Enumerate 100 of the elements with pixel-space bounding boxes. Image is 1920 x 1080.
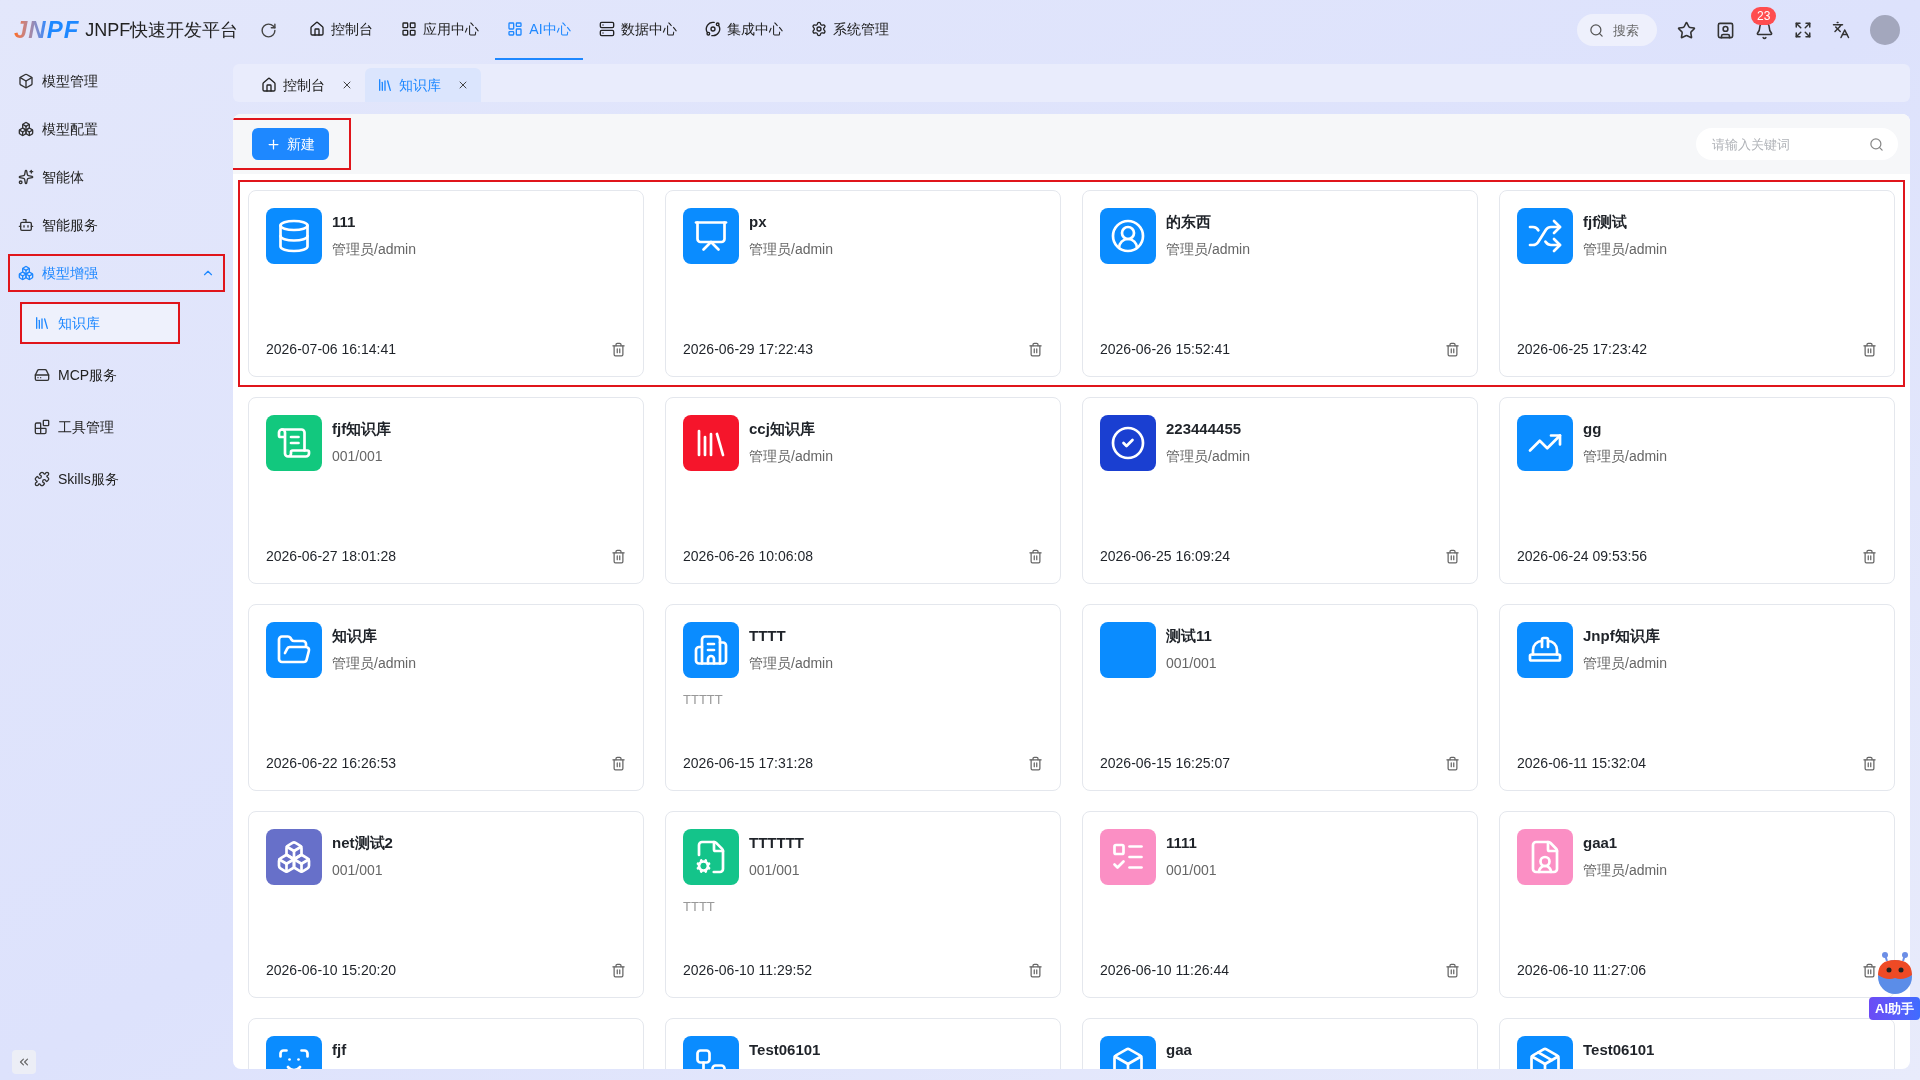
card-title: gg [1583,419,1603,439]
delete-icon[interactable] [611,963,626,978]
knowledge-card[interactable]: gg 管理员/admin 2026-06-24 09:53:56 [1499,397,1895,584]
knowledge-card[interactable]: fjf知识库 001/001 2026-06-27 18:01:28 [248,397,644,584]
cube-icon [18,121,34,137]
card-title: TTTTTT [749,833,804,853]
card-date: 2026-06-27 18:01:28 [266,547,396,566]
sidebar-item[interactable]: 模型管理 [10,64,223,98]
delete-icon[interactable] [1028,549,1043,564]
knowledge-card[interactable]: px 管理员/admin 2026-06-29 17:22:43 [665,190,1061,377]
card-date: 2026-06-10 11:26:44 [1100,961,1229,980]
card-date: 2026-06-15 16:25:07 [1100,754,1230,773]
knowledge-card[interactable]: TTTT 管理员/admin TTTTT 2026-06-15 17:31:28 [665,604,1061,791]
page-tab[interactable]: 控制台 [249,68,365,102]
card-owner: 管理员/admin [749,447,834,465]
books-icon [34,315,50,331]
delete-icon[interactable] [1028,342,1043,357]
sidebar-item[interactable]: 智能服务 [10,208,223,242]
card-date: 2026-06-10 11:29:52 [683,961,812,980]
close-icon [341,79,353,91]
knowledge-card[interactable]: 223444455 管理员/admin 2026-06-25 16:09:24 [1082,397,1478,584]
star-icon[interactable] [1677,20,1696,40]
refresh-icon[interactable] [260,21,278,39]
knowledge-card[interactable]: 测试11 001/001 2026-06-15 16:25:07 [1082,604,1478,791]
card-title: TTTT [749,626,787,646]
nav-tab[interactable]: 集成中心 [692,0,795,60]
delete-icon[interactable] [1862,549,1877,564]
robot-mascot-icon[interactable] [1876,950,1913,995]
knowledge-card[interactable]: gaa1 管理员/admin 2026-06-10 11:27:06 [1499,811,1895,998]
card-owner: 管理员/admin [749,654,834,672]
knowledge-card[interactable]: Test06101 [665,1018,1061,1069]
knowledge-card[interactable]: fjf [248,1018,644,1069]
sidebar-item[interactable]: 智能体 [10,160,223,194]
card-date: 2026-06-25 16:09:24 [1100,547,1230,566]
sidebar-item[interactable]: 模型配置 [10,112,223,146]
collapse-button[interactable] [12,1050,36,1074]
cube-icon [18,73,34,89]
card-date: 2026-06-26 10:06:08 [683,547,813,566]
delete-icon[interactable] [1862,756,1877,771]
delete-icon[interactable] [1028,963,1043,978]
knowledge-card[interactable]: 的东西 管理员/admin 2026-06-26 15:52:41 [1082,190,1478,377]
knowledge-card[interactable]: Test06101 [1499,1018,1895,1069]
card-owner: 管理员/admin [1583,240,1668,258]
card-title: gaa1 [1583,833,1619,853]
delete-icon[interactable] [1445,549,1460,564]
delete-icon[interactable] [1862,342,1877,357]
card-title: px [749,212,768,232]
assistant-label[interactable]: AI助手 [1869,996,1920,1020]
knowledge-card[interactable]: 1111 001/001 2026-06-10 11:26:44 [1082,811,1478,998]
delete-icon[interactable] [1445,342,1460,357]
sparkle-icon [18,169,34,185]
card-date: 2026-06-10 15:20:20 [266,961,396,980]
delete-icon[interactable] [611,549,626,564]
card-title: fjf [332,1040,347,1060]
knowledge-card[interactable]: gaa [1082,1018,1478,1069]
nav-tab[interactable]: 系统管理 [798,0,901,60]
card-title: Test06101 [749,1040,821,1060]
delete-icon[interactable] [611,756,626,771]
nav-tab[interactable]: 控制台 [297,0,386,60]
orbit-icon [704,21,721,37]
card-owner: 001/001 [749,861,801,879]
search-field[interactable]: 搜索 [1577,14,1657,46]
drive-icon [34,367,50,383]
puzzle-icon [34,471,50,487]
cubes-icon [18,265,34,281]
delete-icon[interactable] [611,342,626,357]
keyword-search-field[interactable]: 请输入关键词 [1696,128,1898,160]
knowledge-card[interactable]: 111 管理员/admin 2026-07-06 16:14:41 [248,190,644,377]
nav-tab[interactable]: 应用中心 [389,0,492,60]
card-owner: 001/001 [1166,861,1217,879]
knowledge-card[interactable]: fjf测试 管理员/admin 2026-06-25 17:23:42 [1499,190,1895,377]
knowledge-card[interactable]: TTTTTT 001/001 TTTT 2026-06-10 11:29:52 [665,811,1061,998]
card-title: 1111 [1166,833,1198,853]
delete-icon[interactable] [1862,963,1877,978]
translate-icon[interactable] [1832,21,1850,39]
card-date: 2026-07-06 16:14:41 [266,340,396,359]
sidebar-subitem[interactable]: MCP服务 [22,356,178,394]
knowledge-card[interactable]: ccj知识库 管理员/admin 2026-06-26 10:06:08 [665,397,1061,584]
card-owner: 管理员/admin [1583,654,1668,672]
knowledge-card[interactable]: 知识库 管理员/admin 2026-06-22 16:26:53 [248,604,644,791]
notification-badge: 23 [1751,6,1777,25]
knowledge-card[interactable]: net测试2 001/001 2026-06-10 15:20:20 [248,811,644,998]
sidebar-subitem[interactable]: Skills服务 [22,460,178,498]
app-title: JNPF快速开发平台 [85,18,239,42]
card-owner: 001/001 [332,447,384,465]
sidebar-subitem[interactable]: 工具管理 [22,408,178,446]
contact-icon[interactable] [1716,20,1735,40]
card-owner: 管理员/admin [1166,240,1251,258]
card-title: fjf知识库 [332,419,392,439]
knowledge-card[interactable]: Jnpf知识库 管理员/admin 2026-06-11 15:32:04 [1499,604,1895,791]
card-title: 223444455 [1166,419,1243,439]
card-date: 2026-06-26 15:52:41 [1100,340,1230,359]
fullscreen-icon[interactable] [1794,21,1812,39]
nav-tab[interactable]: 数据中心 [586,0,689,60]
delete-icon[interactable] [1445,963,1460,978]
delete-icon[interactable] [1445,756,1460,771]
card-title: Test06101 [1583,1040,1655,1060]
card-date: 2026-06-10 11:27:06 [1517,961,1646,980]
delete-icon[interactable] [1028,756,1043,771]
card-owner: 001/001 [332,861,384,879]
